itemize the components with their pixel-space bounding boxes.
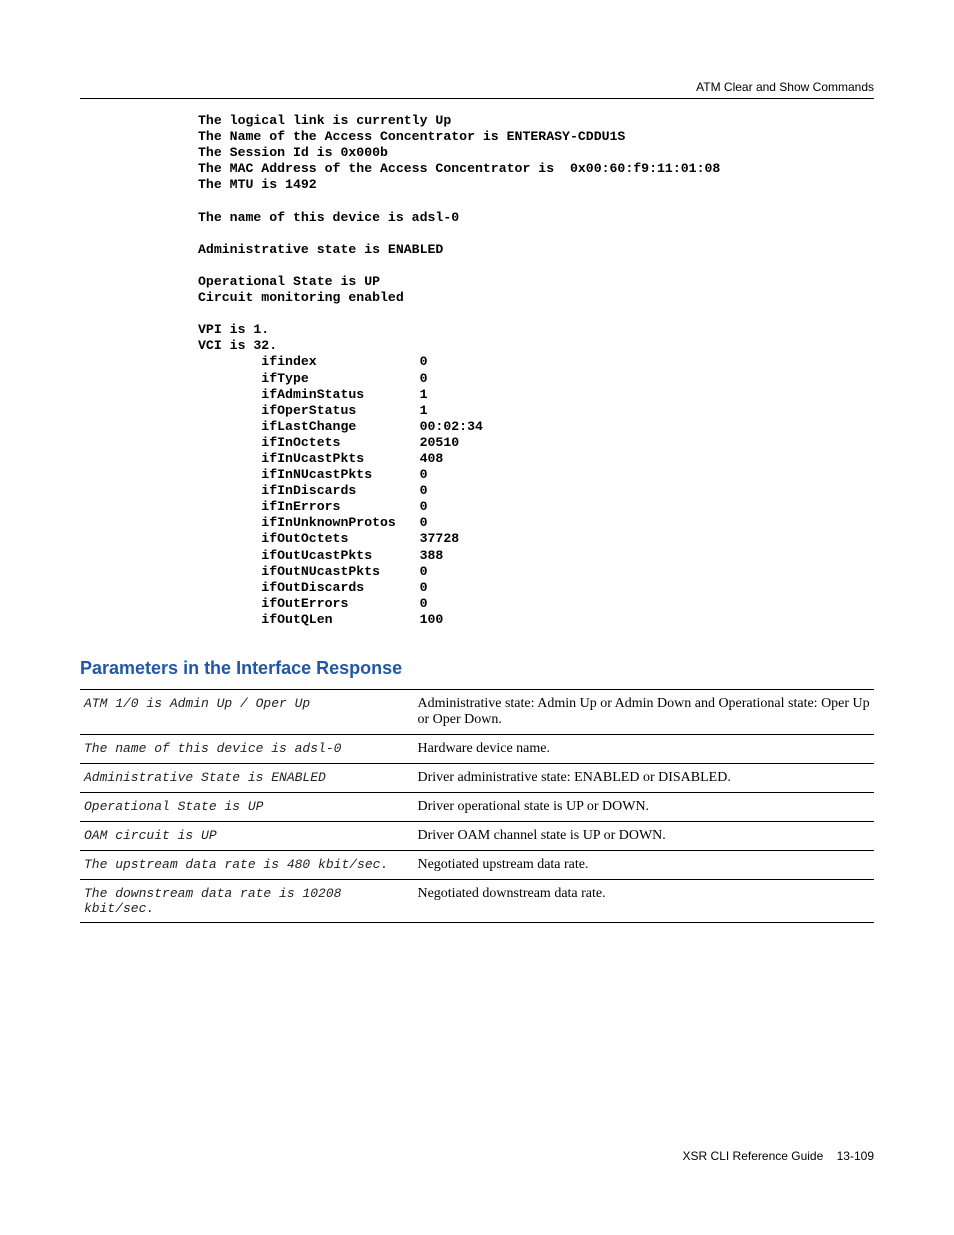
running-header: ATM Clear and Show Commands (80, 80, 874, 94)
section-title: Parameters in the Interface Response (80, 658, 874, 679)
parameters-table: ATM 1/0 is Admin Up / Oper UpAdministrat… (80, 689, 874, 923)
param-name: Operational State is UP (80, 793, 413, 822)
table-row: The downstream data rate is 10208 kbit/s… (80, 880, 874, 923)
param-desc: Negotiated upstream data rate. (413, 851, 874, 880)
code-block: The logical link is currently Up The Nam… (198, 113, 874, 628)
param-desc: Driver administrative state: ENABLED or … (413, 764, 874, 793)
param-name: Administrative State is ENABLED (80, 764, 413, 793)
param-desc: Negotiated downstream data rate. (413, 880, 874, 923)
param-name: The name of this device is adsl-0 (80, 735, 413, 764)
param-name: ATM 1/0 is Admin Up / Oper Up (80, 690, 413, 735)
param-name: The downstream data rate is 10208 kbit/s… (80, 880, 413, 923)
param-desc: Hardware device name. (413, 735, 874, 764)
param-desc: Administrative state: Admin Up or Admin … (413, 690, 874, 735)
page: ATM Clear and Show Commands The logical … (0, 0, 954, 1235)
table-row: Administrative State is ENABLEDDriver ad… (80, 764, 874, 793)
param-desc: Driver operational state is UP or DOWN. (413, 793, 874, 822)
footer-page-number: 13-109 (837, 1149, 874, 1163)
table-row: Operational State is UPDriver operationa… (80, 793, 874, 822)
param-desc: Driver OAM channel state is UP or DOWN. (413, 822, 874, 851)
footer-guide: XSR CLI Reference Guide (683, 1149, 824, 1163)
param-name: The upstream data rate is 480 kbit/sec. (80, 851, 413, 880)
header-rule (80, 98, 874, 99)
table-row: The upstream data rate is 480 kbit/sec.N… (80, 851, 874, 880)
table-row: The name of this device is adsl-0Hardwar… (80, 735, 874, 764)
page-footer: XSR CLI Reference Guide 13-109 (683, 1149, 874, 1163)
table-row: ATM 1/0 is Admin Up / Oper UpAdministrat… (80, 690, 874, 735)
table-row: OAM circuit is UPDriver OAM channel stat… (80, 822, 874, 851)
param-name: OAM circuit is UP (80, 822, 413, 851)
